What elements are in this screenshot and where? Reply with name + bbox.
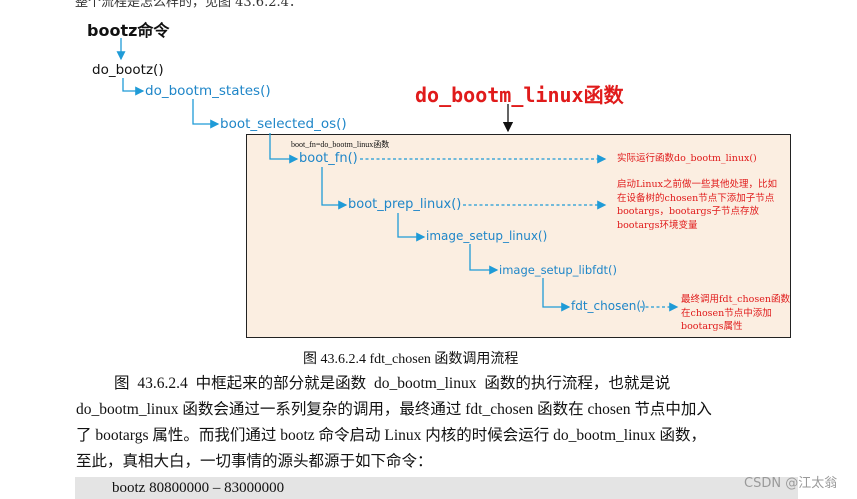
connector-prep-to-setup-linux (397, 213, 426, 242)
connector-boot-fn-to-prep (321, 167, 348, 210)
paragraph-line: do_bootm_linux 函数会通过一系列复杂的调用，最终通过 fdt_ch… (76, 401, 712, 418)
paragraph-line: 图 43.6.2.4 中框起来的部分就是函数 do_bootm_linux 函数… (114, 375, 671, 392)
paragraph-line: 了 bootargs 属性。而我们通过 bootz 命令启动 Linux 内核的… (76, 427, 707, 444)
connector-setup-linux-to-libfdt (469, 244, 499, 275)
connector-selected-to-boot-fn (269, 133, 299, 164)
code-line: bootz 80800000 – 83000000 (112, 480, 285, 496)
figure-caption: 图 43.6.2.4 fdt_chosen 函数调用流程 (303, 352, 519, 367)
connector-libfdt-to-chosen (542, 278, 571, 312)
paragraph-line: 至此，真相大白，一切事情的源头都源于如下命令： (76, 453, 433, 470)
csdn-watermark: CSDN @江太翁 (744, 476, 838, 491)
connector-states-to-selected (192, 99, 220, 129)
connector-do-bootz-to-states (122, 78, 145, 96)
